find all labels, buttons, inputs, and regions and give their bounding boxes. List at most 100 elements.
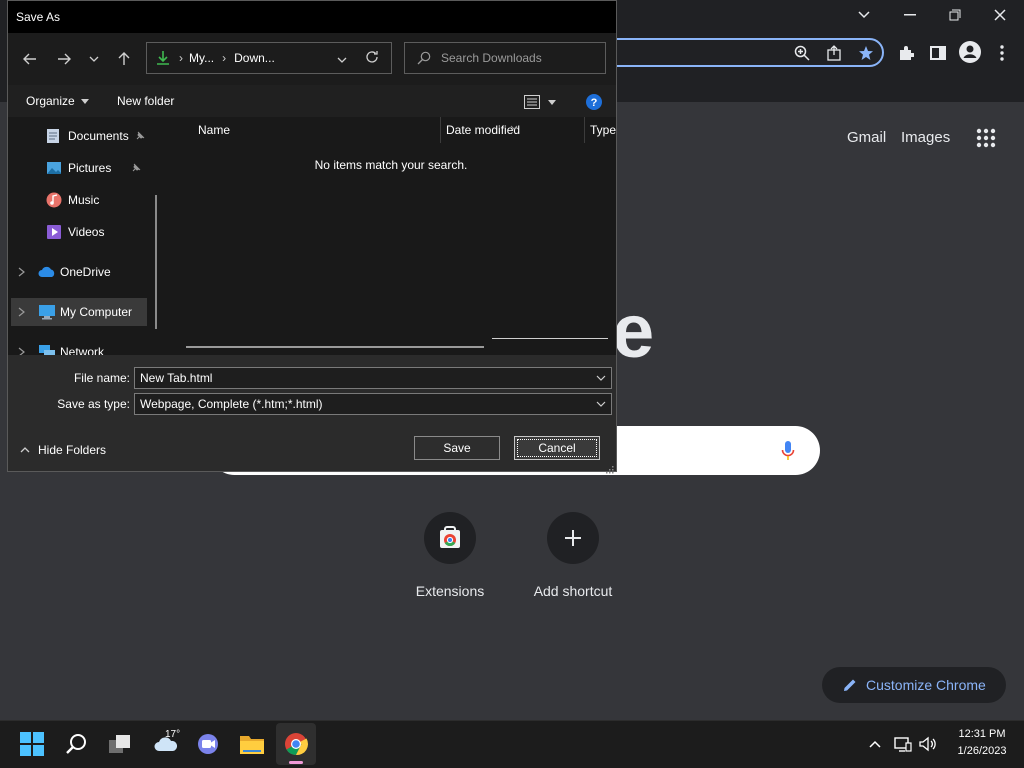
address-history-chevron-icon[interactable] (337, 52, 347, 66)
more-menu-icon[interactable] (994, 43, 1010, 63)
save-as-type-value: Webpage, Complete (*.htm;*.html) (140, 397, 323, 411)
onedrive-icon (38, 266, 55, 277)
forward-arrow-icon[interactable] (54, 49, 74, 69)
search-icon[interactable] (60, 729, 92, 759)
column-header-type[interactable]: Type (590, 123, 616, 137)
resize-grip-icon[interactable] (606, 461, 614, 479)
expand-chevron-icon[interactable] (18, 347, 26, 355)
nav-item-my-computer[interactable]: My Computer (11, 298, 147, 326)
videos-icon (47, 225, 61, 239)
nav-item-pictures[interactable]: Pictures (46, 155, 141, 181)
organize-menu[interactable]: Organize (26, 94, 89, 108)
weather-temperature: 17° (165, 729, 181, 740)
task-view-icon[interactable] (104, 729, 136, 759)
column-header-date-modified[interactable]: Date modified (446, 123, 520, 137)
profile-avatar[interactable] (958, 40, 982, 64)
dropdown-arrow-icon (80, 98, 89, 104)
tab-search-icon[interactable] (852, 6, 876, 24)
chrome-icon[interactable] (280, 729, 312, 759)
file-name-input[interactable]: New Tab.html (134, 367, 612, 389)
add-shortcut-button[interactable] (547, 512, 599, 564)
shortcut-extensions[interactable] (424, 512, 476, 564)
minimize-icon[interactable] (898, 6, 922, 24)
clock-date[interactable]: 1/26/2023 (944, 745, 1020, 757)
nav-item-label: Pictures (68, 161, 112, 175)
expand-chevron-icon[interactable] (18, 267, 26, 277)
start-windows-icon[interactable] (16, 729, 48, 759)
active-app-indicator (289, 761, 303, 764)
column-divider[interactable] (584, 117, 585, 143)
search-icon (417, 51, 431, 65)
nav-item-label: My Computer (60, 305, 133, 319)
column-header-name[interactable]: Name (198, 123, 230, 137)
show-hidden-icons-chevron-icon[interactable] (864, 729, 886, 759)
recent-locations-chevron-icon[interactable] (86, 49, 102, 69)
chevron-up-icon (20, 447, 30, 453)
dialog-bottom-pane: File name: New Tab.html Save as type: We… (8, 355, 616, 474)
bookmark-star-icon[interactable] (856, 43, 876, 63)
save-button[interactable]: Save (414, 436, 500, 460)
list-rule (492, 338, 608, 339)
expand-chevron-icon[interactable] (18, 307, 26, 317)
nav-item-videos[interactable]: Videos (46, 219, 104, 245)
search-downloads-input[interactable]: Search Downloads (404, 42, 606, 74)
zoom-icon[interactable] (792, 43, 812, 63)
column-divider[interactable] (440, 117, 441, 143)
breadcrumb-item[interactable]: Down... (234, 51, 275, 65)
up-arrow-icon[interactable] (114, 49, 134, 69)
nav-item-network[interactable]: Network (18, 339, 104, 355)
svg-text:?: ? (591, 97, 598, 109)
voice-search-mic-icon[interactable] (778, 438, 798, 464)
file-name-value: New Tab.html (140, 371, 213, 385)
file-list-pane: Name Date modified Type No items match y… (166, 117, 616, 355)
computer-icon (39, 305, 55, 320)
dialog-address-bar[interactable]: › My... › Down... (146, 42, 392, 74)
nav-item-label: Music (68, 193, 100, 207)
display-network-icon[interactable] (892, 729, 914, 759)
nav-pane-scrollbar[interactable] (155, 195, 157, 329)
nav-item-music[interactable]: Music (46, 187, 99, 213)
close-window-icon[interactable] (988, 6, 1012, 24)
hide-folders-label: Hide Folders (38, 443, 107, 457)
refresh-icon[interactable] (365, 50, 379, 67)
customize-chrome-button[interactable]: Customize Chrome (822, 667, 1006, 703)
organize-label: Organize (26, 94, 75, 108)
nav-item-label: Network (60, 345, 105, 355)
music-icon (46, 192, 62, 208)
dialog-title: Save As (8, 1, 616, 33)
file-explorer-icon[interactable] (236, 729, 268, 759)
chevron-down-icon[interactable] (596, 375, 606, 381)
plus-icon (565, 530, 581, 546)
back-arrow-icon[interactable] (20, 49, 40, 69)
restore-icon[interactable] (943, 6, 967, 24)
pictures-icon (47, 162, 61, 174)
nav-item-documents[interactable]: Documents (46, 123, 145, 149)
shortcut-label: Add shortcut (533, 583, 613, 599)
images-link[interactable]: Images (901, 129, 950, 146)
horizontal-scrollbar[interactable] (186, 346, 484, 348)
clock-time[interactable]: 12:31 PM (944, 728, 1020, 740)
search-placeholder: Search Downloads (441, 51, 542, 65)
pin-icon (136, 131, 145, 140)
cancel-button[interactable]: Cancel (514, 436, 600, 460)
hide-folders-toggle[interactable]: Hide Folders (20, 443, 106, 457)
share-icon[interactable] (824, 43, 844, 63)
chevron-down-icon[interactable] (596, 401, 606, 407)
view-options-button[interactable] (522, 93, 558, 111)
save-as-type-select[interactable]: Webpage, Complete (*.htm;*.html) (134, 393, 612, 415)
shortcut-label: Extensions (415, 583, 485, 599)
gmail-link[interactable]: Gmail (847, 129, 886, 146)
help-icon[interactable]: ? (585, 93, 603, 111)
volume-icon[interactable] (916, 729, 940, 759)
side-panel-icon[interactable] (928, 43, 948, 63)
new-folder-button[interactable]: New folder (117, 94, 174, 108)
teams-chat-icon[interactable] (192, 729, 224, 759)
customize-label: Customize Chrome (866, 677, 986, 693)
nav-item-onedrive[interactable]: OneDrive (18, 259, 111, 285)
nav-item-label: OneDrive (60, 265, 111, 279)
pin-icon (133, 163, 141, 172)
details-view-icon (524, 95, 540, 109)
extensions-puzzle-icon[interactable] (896, 43, 916, 63)
apps-grid-icon[interactable] (974, 126, 998, 150)
breadcrumb-item[interactable]: My... (189, 51, 214, 65)
